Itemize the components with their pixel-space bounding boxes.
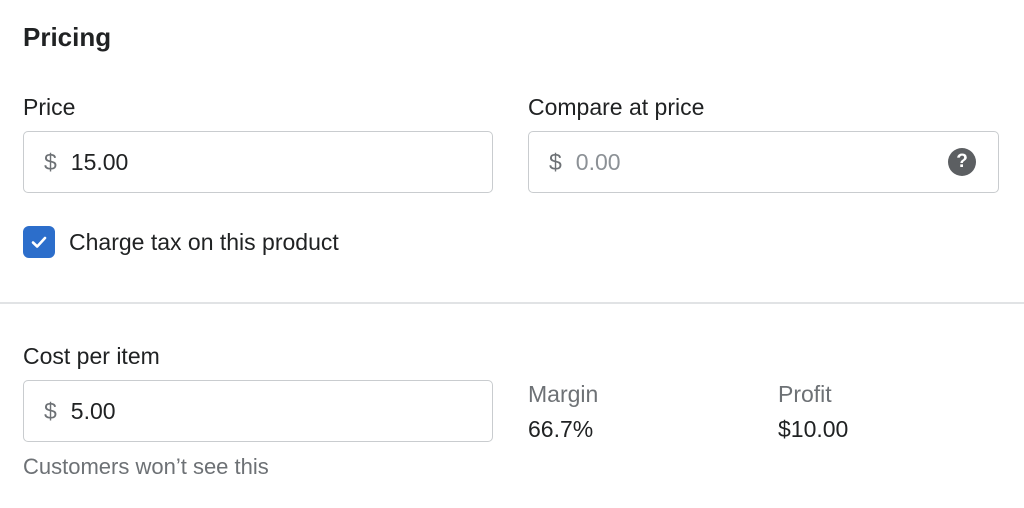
charge-tax-checkbox[interactable] xyxy=(23,226,55,258)
section-divider xyxy=(0,302,1024,304)
price-currency-prefix: $ xyxy=(44,148,57,175)
cost-per-item-input[interactable] xyxy=(70,391,371,431)
question-circle-icon[interactable]: ? xyxy=(948,148,976,176)
cost-per-item-label: Cost per item xyxy=(23,343,160,369)
compare-at-price-field[interactable]: $ ? xyxy=(528,131,999,193)
price-input[interactable] xyxy=(70,142,371,182)
pricing-card: Pricing Price $ Compare at price $ ? Cha… xyxy=(0,0,1024,508)
margin-label: Margin xyxy=(528,381,599,407)
price-label: Price xyxy=(23,94,76,120)
compare-at-price-label: Compare at price xyxy=(528,94,705,120)
compare-at-price-input[interactable] xyxy=(575,142,876,182)
compare-at-price-currency-prefix: $ xyxy=(549,148,562,175)
cost-help-text: Customers won’t see this xyxy=(23,454,269,479)
profit-label: Profit xyxy=(778,381,832,407)
price-field[interactable]: $ xyxy=(23,131,493,193)
charge-tax-label: Charge tax on this product xyxy=(69,229,339,255)
profit-value: $10.00 xyxy=(778,416,849,442)
checkmark-icon xyxy=(31,236,47,248)
charge-tax-checkbox-row[interactable]: Charge tax on this product xyxy=(23,226,339,258)
cost-per-item-field[interactable]: $ xyxy=(23,380,493,442)
cost-currency-prefix: $ xyxy=(44,397,57,424)
section-title: Pricing xyxy=(23,22,112,52)
margin-value: 66.7% xyxy=(528,416,594,442)
